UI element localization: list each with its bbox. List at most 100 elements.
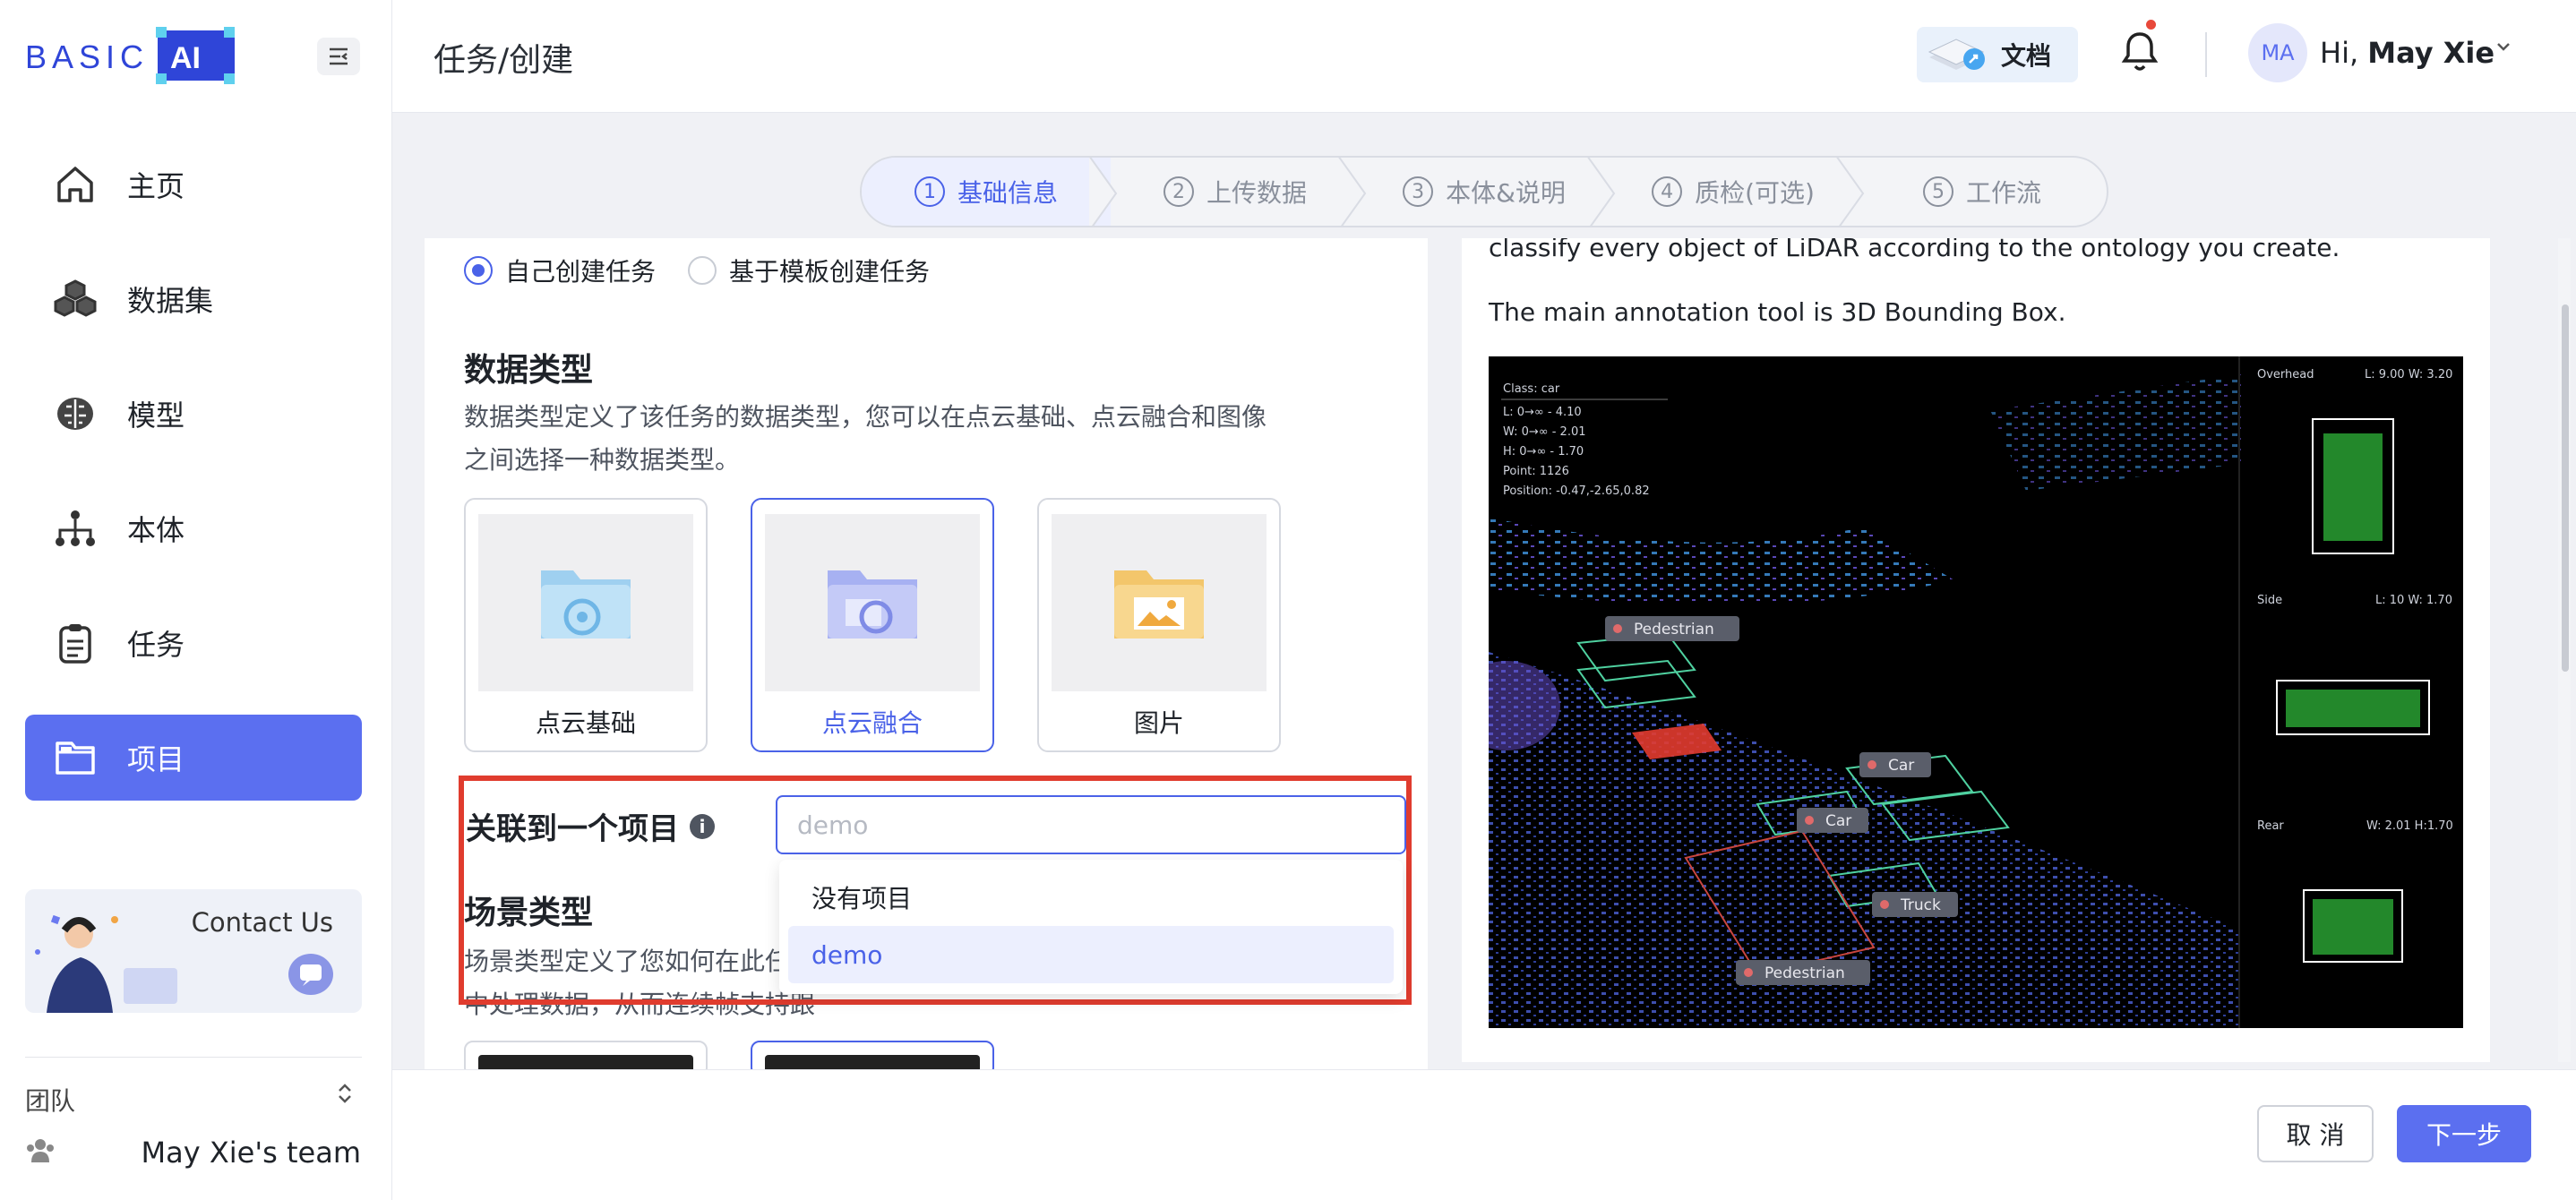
book-icon (1928, 39, 1985, 70)
sidebar-nav: 主页 数据集 模型 本体 任务 项目 (25, 141, 362, 829)
sidebar-item-projects[interactable]: 项目 (25, 715, 362, 801)
step-number: 2 (1163, 176, 1194, 207)
user-greeting[interactable]: Hi, May Xie (2320, 36, 2494, 70)
sidebar-item-label: 数据集 (127, 284, 214, 318)
notification-badge (2146, 20, 2156, 30)
data-type-label: 点云融合 (821, 708, 923, 738)
data-type-label: 图片 (1133, 708, 1184, 738)
sidebar-item-ontology[interactable]: 本体 (25, 485, 362, 571)
clipboard-icon (59, 624, 91, 664)
team-label: 团队 (25, 1086, 76, 1116)
scene-card-preview (478, 1055, 693, 1069)
scene-card-preview (765, 1055, 980, 1069)
overhead-dims: L: 9.00 W: 3.20 (2365, 368, 2452, 381)
support-agent-illustration (35, 914, 177, 1013)
step-quality-check[interactable]: 4 质检(可选) (1609, 158, 1865, 226)
data-type-card-image[interactable]: 图片 (1037, 498, 1281, 752)
overlay-class: Class: car (1503, 382, 1560, 396)
preview-text-line-2: The main annotation tool is 3D Bounding … (1489, 297, 2066, 327)
step-label: 质检(可选) (1695, 178, 1815, 208)
step-ontology[interactable]: 3 本体&说明 (1360, 158, 1616, 226)
collapse-icon (330, 47, 348, 65)
radio-self-create[interactable] (464, 256, 493, 285)
sidebar-item-label: 模型 (127, 399, 185, 433)
step-number: 5 (1922, 176, 1953, 207)
sidebar-item-tasks[interactable]: 任务 (25, 600, 362, 686)
step-separator (1338, 158, 1367, 226)
data-type-description: 数据类型定义了该任务的数据类型，您可以在点云基础、点云融合和图像之间选择一种数据… (464, 402, 1267, 475)
sidebar-item-home[interactable]: 主页 (25, 141, 362, 227)
footer-bar (392, 1069, 2576, 1200)
home-icon (57, 167, 93, 202)
task-preview-panel: classify every object of LiDAR according… (1462, 238, 2490, 1062)
collapse-sidebar-button[interactable] (317, 38, 360, 75)
step-separator (1089, 158, 1118, 226)
sidebar-item-models[interactable]: 模型 (25, 371, 362, 457)
chevron-down-icon[interactable] (2494, 36, 2513, 63)
step-label: 基础信息 (957, 178, 1058, 208)
docs-label: 文档 (2001, 41, 2052, 71)
side-dims: L: 10 W: 1.70 (2375, 594, 2452, 607)
overhead-label: Overhead (2257, 368, 2314, 381)
scene-type-card-single[interactable] (464, 1041, 708, 1069)
step-upload-data[interactable]: 2 上传数据 (1111, 158, 1367, 226)
cubes-icon (54, 279, 97, 317)
side-label: Side (2257, 594, 2282, 607)
sidebar-item-label: 任务 (127, 628, 185, 662)
team-name: May Xie's team (141, 1136, 361, 1170)
overlay-position: Position: -0.47,-2.65,0.82 (1503, 484, 1650, 498)
sidebar-item-datasets[interactable]: 数据集 (25, 256, 362, 342)
step-basic-info[interactable]: 1 基础信息 (862, 158, 1118, 226)
tag-truck: Truck (1900, 896, 1941, 914)
sidebar-divider (25, 1057, 362, 1058)
header-divider (2205, 32, 2207, 77)
overlay-points: Point: 1126 (1503, 465, 1569, 478)
step-number: 1 (914, 176, 945, 207)
tag-car: Car (1825, 812, 1851, 830)
rear-label: Rear (2257, 819, 2284, 833)
image-folder-icon (1052, 514, 1267, 691)
brain-icon (57, 398, 93, 430)
next-step-button[interactable]: 下一步 (2397, 1105, 2531, 1162)
radio-template-create[interactable] (688, 256, 717, 285)
fusion-folder-icon (765, 514, 980, 691)
top-header: 任务/创建 文档 MA Hi, May Xie (392, 0, 2576, 113)
breadcrumb: 任务/创建 (434, 42, 574, 79)
contact-us-card[interactable]: Contact Us (25, 889, 362, 1013)
folder-icon (56, 741, 95, 775)
rear-dims: W: 2.01 H:1.70 (2366, 819, 2453, 833)
team-icon (27, 1139, 54, 1162)
tag-pedestrian: Pedestrian (1634, 621, 1714, 639)
pointcloud-folder-icon (478, 514, 693, 691)
tag-car: Car (1888, 757, 1914, 775)
avatar[interactable]: MA (2248, 23, 2307, 82)
lidar-preview-image: Class: car L: 0→∞ - 4.10 W: 0→∞ - 2.01 H… (1462, 356, 2463, 1028)
step-label: 上传数据 (1206, 178, 1307, 208)
docs-button[interactable]: 文档 (1917, 27, 2078, 82)
step-number: 4 (1652, 176, 1683, 207)
data-type-title: 数据类型 (464, 352, 594, 389)
basicai-logo[interactable]: BASIC AI (25, 27, 236, 84)
project-select-input[interactable]: demo (776, 795, 1406, 854)
project-option-demo[interactable]: demo (788, 926, 1394, 983)
step-label: 工作流 (1965, 178, 2041, 208)
data-type-card-fusion[interactable]: 点云融合 (751, 498, 994, 752)
data-type-label: 点云基础 (535, 708, 636, 738)
sidebar-item-label: 项目 (127, 742, 185, 776)
preview-scrollbar-thumb[interactable] (2562, 304, 2569, 672)
data-type-card-pointcloud[interactable]: 点云基础 (464, 498, 708, 752)
step-workflow[interactable]: 5 工作流 (1858, 158, 2107, 226)
team-switch-chevron-icon[interactable] (335, 1080, 355, 1113)
project-option-none[interactable]: 没有项目 (788, 869, 1394, 926)
create-mode-radio-group: 自己创建任务 基于模板创建任务 (464, 253, 930, 288)
wizard-stepper: 1 基础信息 2 上传数据 3 本体&说明 4 质检(可选) 5 工作流 (860, 156, 2108, 227)
overlay-width: W: 0→∞ - 2.01 (1503, 425, 1586, 439)
step-number: 3 (1403, 176, 1434, 207)
scene-type-card-continuous[interactable] (751, 1041, 994, 1069)
preview-text-line-1: classify every object of LiDAR according… (1489, 238, 2340, 262)
logo-text: BASIC (25, 39, 149, 75)
notification-bell-icon[interactable] (2119, 29, 2160, 73)
radio-label: 自己创建任务 (505, 257, 657, 287)
tag-pedestrian: Pedestrian (1765, 964, 1845, 982)
cancel-button[interactable]: 取 消 (2257, 1105, 2374, 1162)
